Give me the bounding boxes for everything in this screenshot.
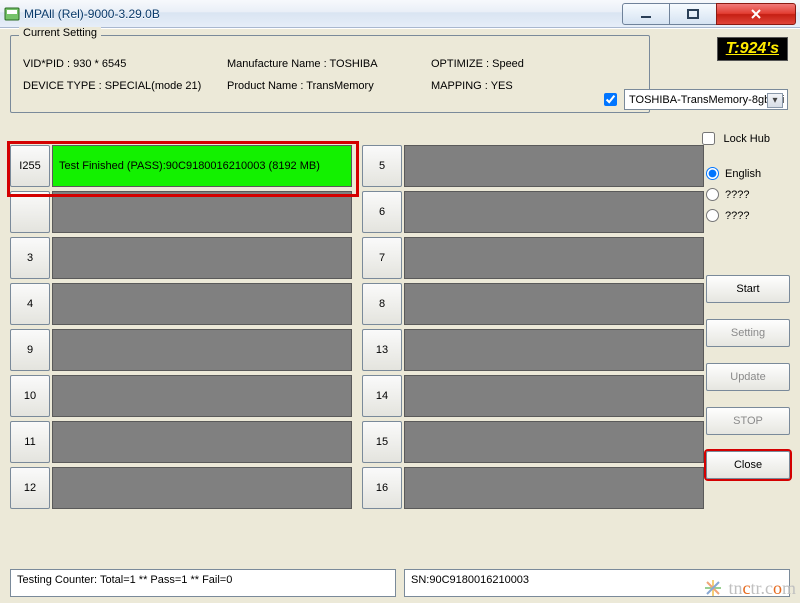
lang-radio-3[interactable] xyxy=(706,209,719,222)
app-icon xyxy=(4,6,20,22)
profile-dropdown[interactable]: TOSHIBA-TransMemory-8gb.ini xyxy=(624,89,788,110)
lang-label-english: English xyxy=(725,168,761,180)
title-bar: MPAll (Rel)-9000-3.29.0B xyxy=(0,0,800,28)
slot-status xyxy=(52,283,352,325)
slot-row: 6 xyxy=(362,191,704,233)
slot-row: 7 xyxy=(362,237,704,279)
slot-row: 13 xyxy=(362,329,704,371)
slot-number-button[interactable]: 14 xyxy=(362,375,402,417)
slot-number-button[interactable] xyxy=(10,191,50,233)
language-radio-group: English ???? ???? xyxy=(706,167,790,222)
manufacture-name-label: Manufacture Name : TOSHIBA xyxy=(227,58,427,70)
slot-row: 3 xyxy=(10,237,352,279)
lock-hub-label: Lock Hub xyxy=(724,133,770,145)
slot-status xyxy=(52,467,352,509)
slot-status xyxy=(404,329,704,371)
slot-number-button[interactable]: 12 xyxy=(10,467,50,509)
minimize-button[interactable] xyxy=(622,3,670,25)
lang-label-3: ???? xyxy=(725,210,749,222)
slot-status xyxy=(404,191,704,233)
profile-checkbox[interactable] xyxy=(604,93,617,106)
slot-row: 9 xyxy=(10,329,352,371)
slot-number-button[interactable]: 6 xyxy=(362,191,402,233)
slot-number-button[interactable]: I255 xyxy=(10,145,50,187)
slot-number-button[interactable]: 7 xyxy=(362,237,402,279)
timer-display: T:924's xyxy=(717,37,788,61)
slot-number-button[interactable]: 9 xyxy=(10,329,50,371)
setting-button[interactable]: Setting xyxy=(706,319,790,347)
slot-row: 14 xyxy=(362,375,704,417)
vid-pid-label: VID*PID : 930 * 6545 xyxy=(23,58,223,70)
window-title: MPAll (Rel)-9000-3.29.0B xyxy=(24,7,160,21)
slot-row: I255Test Finished (PASS):90C918001621000… xyxy=(10,145,352,187)
slot-status xyxy=(404,283,704,325)
slot-status xyxy=(52,191,352,233)
current-setting-group: Current Setting VID*PID : 930 * 6545 Man… xyxy=(10,35,650,113)
slot-number-button[interactable]: 13 xyxy=(362,329,402,371)
slot-row: 5 xyxy=(362,145,704,187)
profile-dropdown-value: TOSHIBA-TransMemory-8gb.ini xyxy=(629,94,784,106)
slot-row: 10 xyxy=(10,375,352,417)
slot-number-button[interactable]: 16 xyxy=(362,467,402,509)
slot-status xyxy=(52,421,352,463)
close-button[interactable]: Close xyxy=(706,451,790,479)
slot-number-button[interactable]: 5 xyxy=(362,145,402,187)
slot-number-button[interactable]: 8 xyxy=(362,283,402,325)
slot-row: 4 xyxy=(10,283,352,325)
lang-radio-2[interactable] xyxy=(706,188,719,201)
slot-status xyxy=(52,237,352,279)
slot-row: 11 xyxy=(10,421,352,463)
slot-status xyxy=(404,375,704,417)
slot-status xyxy=(52,329,352,371)
slot-row: 8 xyxy=(362,283,704,325)
slot-row: 12 xyxy=(10,467,352,509)
update-button[interactable]: Update xyxy=(706,363,790,391)
slot-number-button[interactable]: 15 xyxy=(362,421,402,463)
slot-status xyxy=(404,467,704,509)
slot-row xyxy=(10,191,352,233)
window-close-button[interactable] xyxy=(716,3,796,25)
sn-panel: SN:90C9180016210003 xyxy=(404,569,790,597)
slot-number-button[interactable]: 10 xyxy=(10,375,50,417)
maximize-button[interactable] xyxy=(669,3,717,25)
slot-row: 16 xyxy=(362,467,704,509)
stop-button[interactable]: STOP xyxy=(706,407,790,435)
slot-status: Test Finished (PASS):90C9180016210003 (8… xyxy=(52,145,352,187)
slot-status xyxy=(52,375,352,417)
slot-number-button[interactable]: 3 xyxy=(10,237,50,279)
testing-counter-panel: Testing Counter: Total=1 ** Pass=1 ** Fa… xyxy=(10,569,396,597)
start-button[interactable]: Start xyxy=(706,275,790,303)
slot-number-button[interactable]: 11 xyxy=(10,421,50,463)
lock-hub-checkbox[interactable] xyxy=(702,132,715,145)
slot-status xyxy=(404,145,704,187)
product-name-label: Product Name : TransMemory xyxy=(227,80,427,92)
slot-row: 15 xyxy=(362,421,704,463)
current-setting-legend: Current Setting xyxy=(19,27,101,39)
slot-number-button[interactable]: 4 xyxy=(10,283,50,325)
lang-label-2: ???? xyxy=(725,189,749,201)
slot-status xyxy=(404,421,704,463)
slot-status xyxy=(404,237,704,279)
lang-radio-english[interactable] xyxy=(706,167,719,180)
device-type-label: DEVICE TYPE : SPECIAL(mode 21) xyxy=(23,80,223,92)
mapping-label: MAPPING : YES xyxy=(431,80,591,92)
optimize-label: OPTIMIZE : Speed xyxy=(431,58,591,70)
